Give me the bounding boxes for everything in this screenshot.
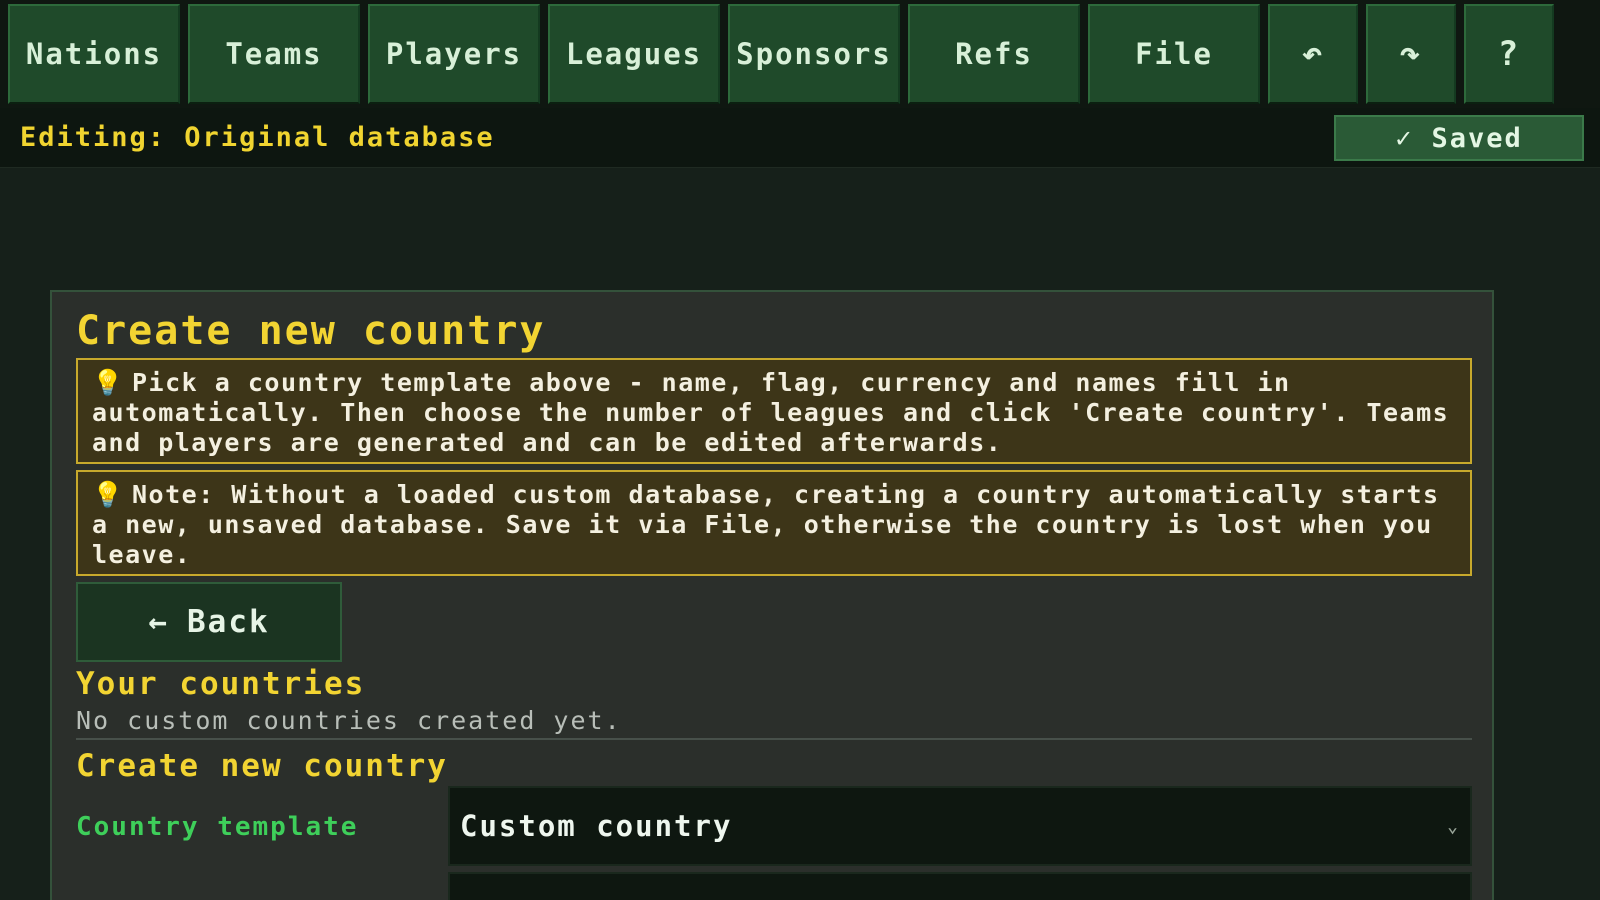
nav-teams-button[interactable]: Teams bbox=[188, 4, 360, 104]
status-bar: Editing: Original database ✓ Saved bbox=[0, 108, 1600, 168]
tip-note-text: Note: Without a loaded custom database, … bbox=[92, 480, 1440, 569]
create-country-heading: Create new country bbox=[76, 748, 448, 784]
tip-template-text: Pick a country template above - name, fl… bbox=[92, 368, 1450, 457]
country-template-select[interactable]: Custom country ⌄ bbox=[448, 786, 1472, 866]
info-tip-template: 💡 Pick a country template above - name, f… bbox=[76, 358, 1472, 464]
back-label: Back bbox=[187, 604, 270, 640]
undo-icon: ↶ bbox=[1301, 34, 1325, 74]
next-field-select[interactable] bbox=[448, 872, 1472, 900]
country-template-value: Custom country bbox=[460, 809, 733, 843]
country-template-label: Country template bbox=[76, 812, 359, 842]
nav-sponsors-button[interactable]: Sponsors bbox=[728, 4, 900, 104]
help-button[interactable]: ? bbox=[1464, 4, 1554, 104]
redo-button[interactable]: ↷ bbox=[1366, 4, 1456, 104]
section-divider bbox=[76, 738, 1472, 740]
info-tip-note: 💡 Note: Without a loaded custom database,… bbox=[76, 470, 1472, 576]
chevron-down-icon: ⌄ bbox=[1447, 816, 1460, 837]
saved-label: Saved bbox=[1431, 122, 1523, 154]
arrow-left-icon: ← bbox=[148, 604, 169, 640]
help-icon: ? bbox=[1497, 34, 1521, 74]
lightbulb-icon: 💡 bbox=[92, 480, 125, 509]
redo-icon: ↷ bbox=[1399, 34, 1423, 74]
top-nav: Nations Teams Players Leagues Sponsors R… bbox=[0, 0, 1600, 108]
nav-nations-button[interactable]: Nations bbox=[8, 4, 180, 104]
empty-countries-message: No custom countries created yet. bbox=[76, 706, 622, 735]
editing-status-text: Editing: Original database bbox=[20, 122, 495, 153]
your-countries-heading: Your countries bbox=[76, 666, 366, 702]
undo-button[interactable]: ↶ bbox=[1268, 4, 1358, 104]
nav-leagues-button[interactable]: Leagues bbox=[548, 4, 720, 104]
back-button[interactable]: ← Back bbox=[76, 582, 342, 662]
nav-refs-button[interactable]: Refs bbox=[908, 4, 1080, 104]
page-title: Create new country bbox=[76, 308, 546, 354]
check-icon: ✓ bbox=[1395, 122, 1414, 154]
lightbulb-icon: 💡 bbox=[92, 368, 125, 397]
nav-players-button[interactable]: Players bbox=[368, 4, 540, 104]
create-country-panel: Create new country 💡 Pick a country templ… bbox=[50, 290, 1494, 900]
nav-file-button[interactable]: File bbox=[1088, 4, 1260, 104]
saved-status-button[interactable]: ✓ Saved bbox=[1334, 115, 1584, 161]
